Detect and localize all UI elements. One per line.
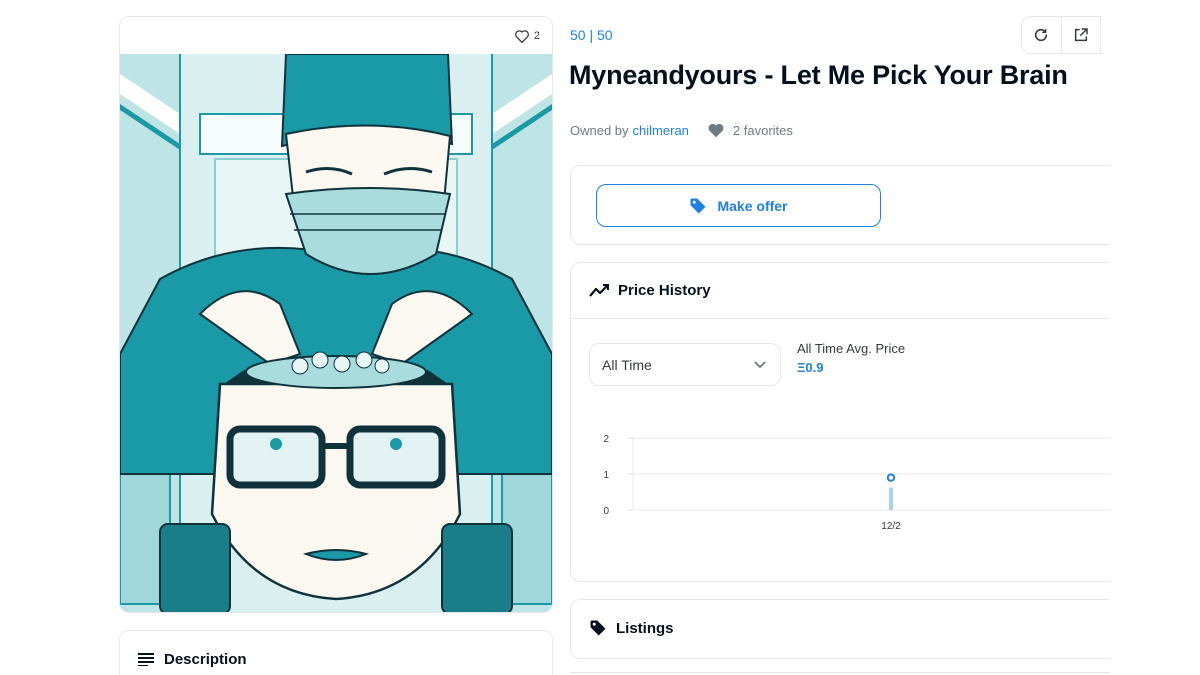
x-tick-label: 12/2 xyxy=(881,521,901,532)
description-card: Description xyxy=(119,630,553,675)
heart-filled-icon xyxy=(707,122,725,138)
y-tick-label: 0 xyxy=(603,506,609,517)
list-lines-icon xyxy=(138,652,154,666)
listings-header[interactable]: Listings xyxy=(571,600,1110,656)
listings-panel: Listings xyxy=(570,599,1110,659)
refresh-button[interactable] xyxy=(1022,17,1061,53)
owner-row: Owned by chilmeran 2 favorites xyxy=(570,122,793,138)
section-divider xyxy=(570,672,1110,673)
item-title: Myneandyours - Let Me Pick Your Brain xyxy=(569,60,1068,90)
artwork-card: 2 xyxy=(119,16,553,613)
listings-title: Listings xyxy=(616,619,674,637)
avg-price-value: Ξ0.9 xyxy=(797,360,824,375)
price-history-chart: 0 1 2 12/2 xyxy=(603,434,1111,532)
data-point xyxy=(886,473,896,482)
volume-bar xyxy=(889,487,893,510)
price-history-panel: Price History All Time All Time Avg. Pri… xyxy=(570,262,1111,582)
make-offer-button[interactable]: Make offer xyxy=(596,184,881,227)
heart-outline-icon[interactable] xyxy=(514,29,530,43)
favorites-summary: 2 favorites xyxy=(707,122,793,138)
tag-icon xyxy=(589,619,607,637)
asset-toolbar xyxy=(1021,16,1101,54)
collection-link[interactable]: 50 | 50 xyxy=(570,27,613,43)
price-history-header[interactable]: Price History xyxy=(571,263,1110,319)
external-link-icon xyxy=(1073,27,1089,43)
refresh-icon xyxy=(1033,27,1049,43)
favorite-count: 2 xyxy=(533,29,540,42)
time-range-select[interactable]: All Time xyxy=(589,343,781,386)
y-tick-label: 2 xyxy=(603,434,609,445)
time-range-value: All Time xyxy=(602,356,652,373)
offer-panel: Make offer xyxy=(570,165,1110,245)
make-offer-label: Make offer xyxy=(717,197,788,214)
chevron-down-icon xyxy=(754,360,766,369)
trend-line-icon xyxy=(589,283,609,298)
tag-icon xyxy=(689,197,707,215)
description-header[interactable]: Description xyxy=(120,631,552,675)
avg-price-label: All Time Avg. Price xyxy=(797,341,906,356)
y-tick-label: 1 xyxy=(603,470,609,481)
price-history-title: Price History xyxy=(618,282,711,299)
nft-artwork-image[interactable] xyxy=(120,54,552,613)
favorites-text: 2 favorites xyxy=(732,122,793,138)
owned-by-label: Owned by xyxy=(570,122,629,138)
open-external-button[interactable] xyxy=(1060,17,1100,53)
artwork-card-header: 2 xyxy=(120,17,552,54)
description-title: Description xyxy=(164,650,247,668)
toolbar-edge xyxy=(1100,16,1102,54)
owner-link[interactable]: chilmeran xyxy=(633,123,689,138)
